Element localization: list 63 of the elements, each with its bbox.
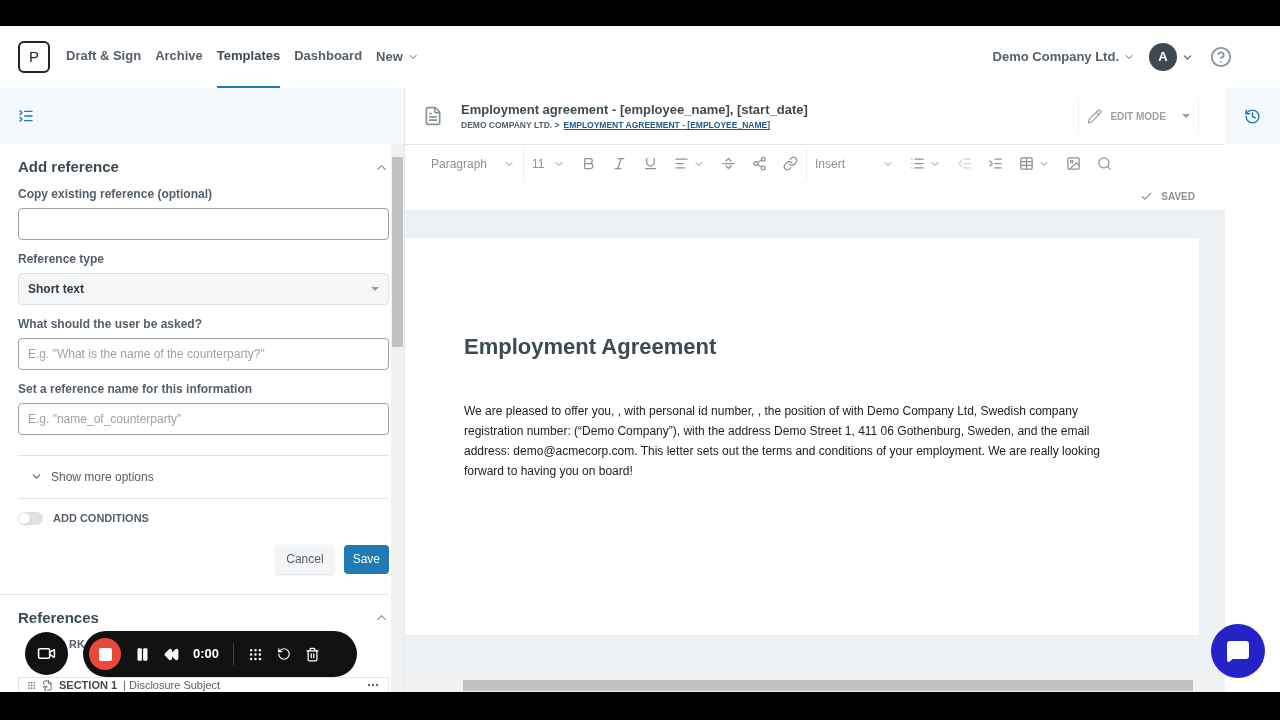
delete-icon[interactable]: [305, 646, 321, 662]
pause-icon[interactable]: [135, 646, 150, 662]
save-button[interactable]: Save: [343, 544, 389, 574]
drag-handle-icon[interactable]: [27, 680, 36, 690]
restart-icon[interactable]: [277, 647, 292, 661]
align-left-icon: [674, 156, 689, 171]
history-icon[interactable]: [1244, 107, 1261, 125]
chat-icon: [1226, 639, 1250, 663]
text-field[interactable]: E.g. "What is the name of the counterparty?": [18, 337, 389, 370]
scrollbar[interactable]: [391, 144, 404, 692]
cancel-button[interactable]: Cancel: [276, 544, 334, 574]
search-icon: [1097, 156, 1112, 171]
paragraph-style-select[interactable]: Paragraph: [423, 147, 523, 180]
section-icon: [42, 679, 53, 691]
share-icon: [752, 156, 767, 171]
user-avatar[interactable]: A: [1149, 43, 1177, 71]
outdent-icon: [957, 156, 972, 171]
field-label: Copy existing reference (optional): [18, 185, 214, 203]
stop-button[interactable]: [89, 638, 121, 670]
nav-tab[interactable]: Draft & Sign: [66, 26, 142, 88]
logo[interactable]: P: [18, 41, 50, 73]
show-more-options[interactable]: Show more options: [18, 455, 389, 498]
recording-time: 0:00: [193, 645, 220, 664]
section-title: Add reference: [18, 157, 119, 177]
new-menu[interactable]: New: [376, 47, 419, 67]
collapse-panel-icon[interactable]: [18, 108, 34, 124]
grid-icon[interactable]: [248, 646, 264, 662]
document-heading: Employment Agreement: [464, 333, 718, 361]
breadcrumb: DEMO COMPANY LTD. >: [461, 119, 560, 133]
company-switcher[interactable]: Demo Company Ltd.: [992, 47, 1135, 67]
nav-tab[interactable]: Archive: [155, 26, 203, 88]
pencil-icon: [1087, 108, 1103, 124]
list-icon: [910, 156, 925, 171]
page-break-icon: [721, 156, 736, 171]
text-field[interactable]: E.g. "name_of_counterparty": [18, 402, 389, 435]
reference-type-select[interactable]: Short text: [18, 272, 389, 305]
document-icon: [423, 106, 443, 126]
table-icon: [1019, 156, 1034, 171]
document-paragraph: We are pleased to offer you, , with personal id number, , the position of with Demo Company Ltd, Swedish company registration number: (“Demo Company”), with the address Demo Street 1, 411 06 Gothenburg, Sweden, and the email address: demo@acmecorp.com. This letter sets out the terms and conditions of your employment. We are really looking forward to having you on board!: [464, 403, 1102, 480]
indent-icon: [988, 156, 1003, 171]
breadcrumb-link[interactable]: EMPLOYMENT AGREEMENT - [EMPLOYEE_NAME]: [563, 119, 770, 133]
toggle-label: ADD CONDITIONS: [53, 511, 149, 527]
insert-select[interactable]: Insert: [806, 147, 902, 180]
section-title: | Disclosure Subject: [123, 678, 221, 692]
caret-icon: [1182, 114, 1190, 118]
italic-icon: [612, 156, 627, 171]
nav-tab[interactable]: Dashboard: [294, 26, 363, 88]
bold-icon: [581, 156, 596, 171]
image-icon: [1066, 156, 1081, 171]
field-label: Reference type: [18, 250, 106, 268]
section-number: SECTION 1: [59, 678, 118, 692]
document-title: Employment agreement - [employee_name], [start_date]: [461, 100, 808, 119]
save-status: SAVED: [1161, 189, 1195, 204]
toggle-switch[interactable]: [18, 512, 43, 525]
section-title: References: [18, 607, 99, 628]
text-field[interactable]: [18, 207, 389, 240]
field-label: What should the user be asked?: [18, 315, 204, 333]
help-icon[interactable]: [1210, 46, 1232, 68]
field-label: Set a reference name for this information: [18, 380, 254, 398]
underline-icon: [643, 156, 658, 171]
rewind-icon[interactable]: [164, 646, 179, 662]
caret-icon: [371, 286, 379, 291]
link-icon: [783, 156, 798, 171]
